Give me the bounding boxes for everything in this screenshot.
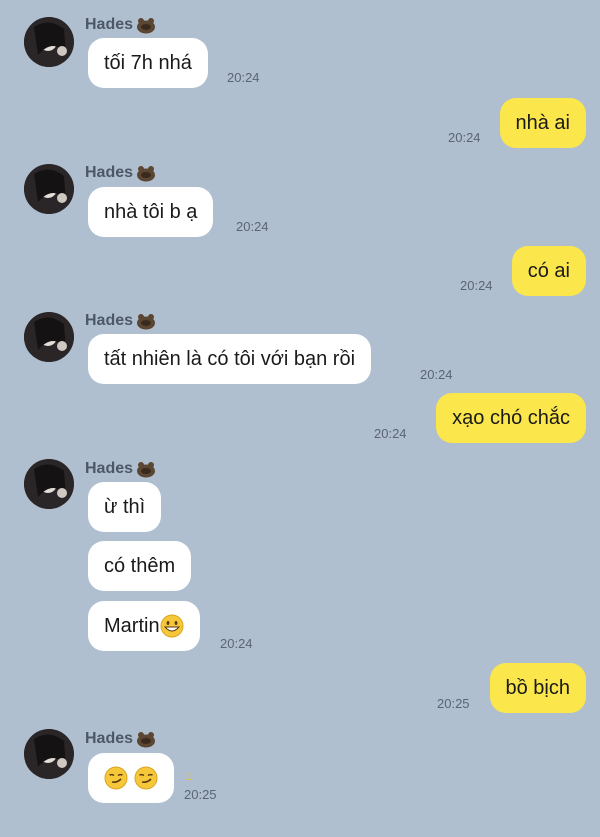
message-text: Martin xyxy=(104,614,160,637)
sender-name: Hades xyxy=(85,310,157,332)
message-bubble-incoming[interactable]: tất nhiên là có tôi với bạn rồi xyxy=(88,334,372,384)
sender-name: Hades xyxy=(85,458,157,480)
message-bubble-incoming[interactable]: nhà tôi b ạ xyxy=(88,187,214,237)
smirking-face-icon xyxy=(134,766,158,790)
sender-name: Hades xyxy=(85,162,157,184)
message-bubble-incoming[interactable]: ừ thì xyxy=(88,482,162,532)
message-bubble-outgoing[interactable]: xạo chó chắc xyxy=(436,393,586,443)
message-time: 20:24 xyxy=(220,636,253,651)
message-bubble-incoming[interactable] xyxy=(88,753,174,803)
sender-name-text: Hades xyxy=(85,730,134,747)
message-bubble-outgoing[interactable]: bồ bịch xyxy=(489,663,586,713)
message-time: 20:24 xyxy=(448,130,481,145)
badge-icon xyxy=(137,18,156,34)
avatar[interactable] xyxy=(24,17,74,67)
sender-name-text: Hades xyxy=(85,16,134,33)
sender-name-text: Hades xyxy=(85,460,134,477)
sender-name: Hades xyxy=(85,14,157,36)
avatar[interactable] xyxy=(24,312,74,362)
message-bubble-incoming[interactable]: tối 7h nhá xyxy=(88,38,208,88)
avatar[interactable] xyxy=(24,164,74,214)
message-time: 20:25 xyxy=(437,696,470,711)
smirking-face-icon xyxy=(104,766,128,790)
message-time: 20:24 xyxy=(227,70,260,85)
avatar[interactable] xyxy=(24,459,74,509)
sender-name-text: Hades xyxy=(85,164,134,181)
message-time: 20:24 xyxy=(460,278,493,293)
message-bubble-outgoing[interactable]: nhà ai xyxy=(499,98,586,148)
message-time: 20:24 xyxy=(374,426,407,441)
badge-icon xyxy=(137,166,156,182)
read-count: 1 xyxy=(186,771,193,783)
message-bubble-outgoing[interactable]: có ai xyxy=(511,246,586,296)
message-time: 20:24 xyxy=(420,367,453,382)
message-time: 20:24 xyxy=(236,219,269,234)
badge-icon xyxy=(137,462,156,478)
sender-name-text: Hades xyxy=(85,312,134,329)
grinning-face-icon xyxy=(160,614,184,638)
sender-name: Hades xyxy=(85,728,157,750)
badge-icon xyxy=(137,732,156,748)
message-time: 20:25 xyxy=(184,787,217,802)
message-bubble-incoming[interactable]: có thêm xyxy=(88,541,192,591)
message-bubble-incoming[interactable]: Martin xyxy=(88,601,200,651)
avatar[interactable] xyxy=(24,729,74,779)
badge-icon xyxy=(137,314,156,330)
chat-window: Hades tối 7h nhá 20:24 nhà ai 20:24 Hade… xyxy=(0,0,600,837)
